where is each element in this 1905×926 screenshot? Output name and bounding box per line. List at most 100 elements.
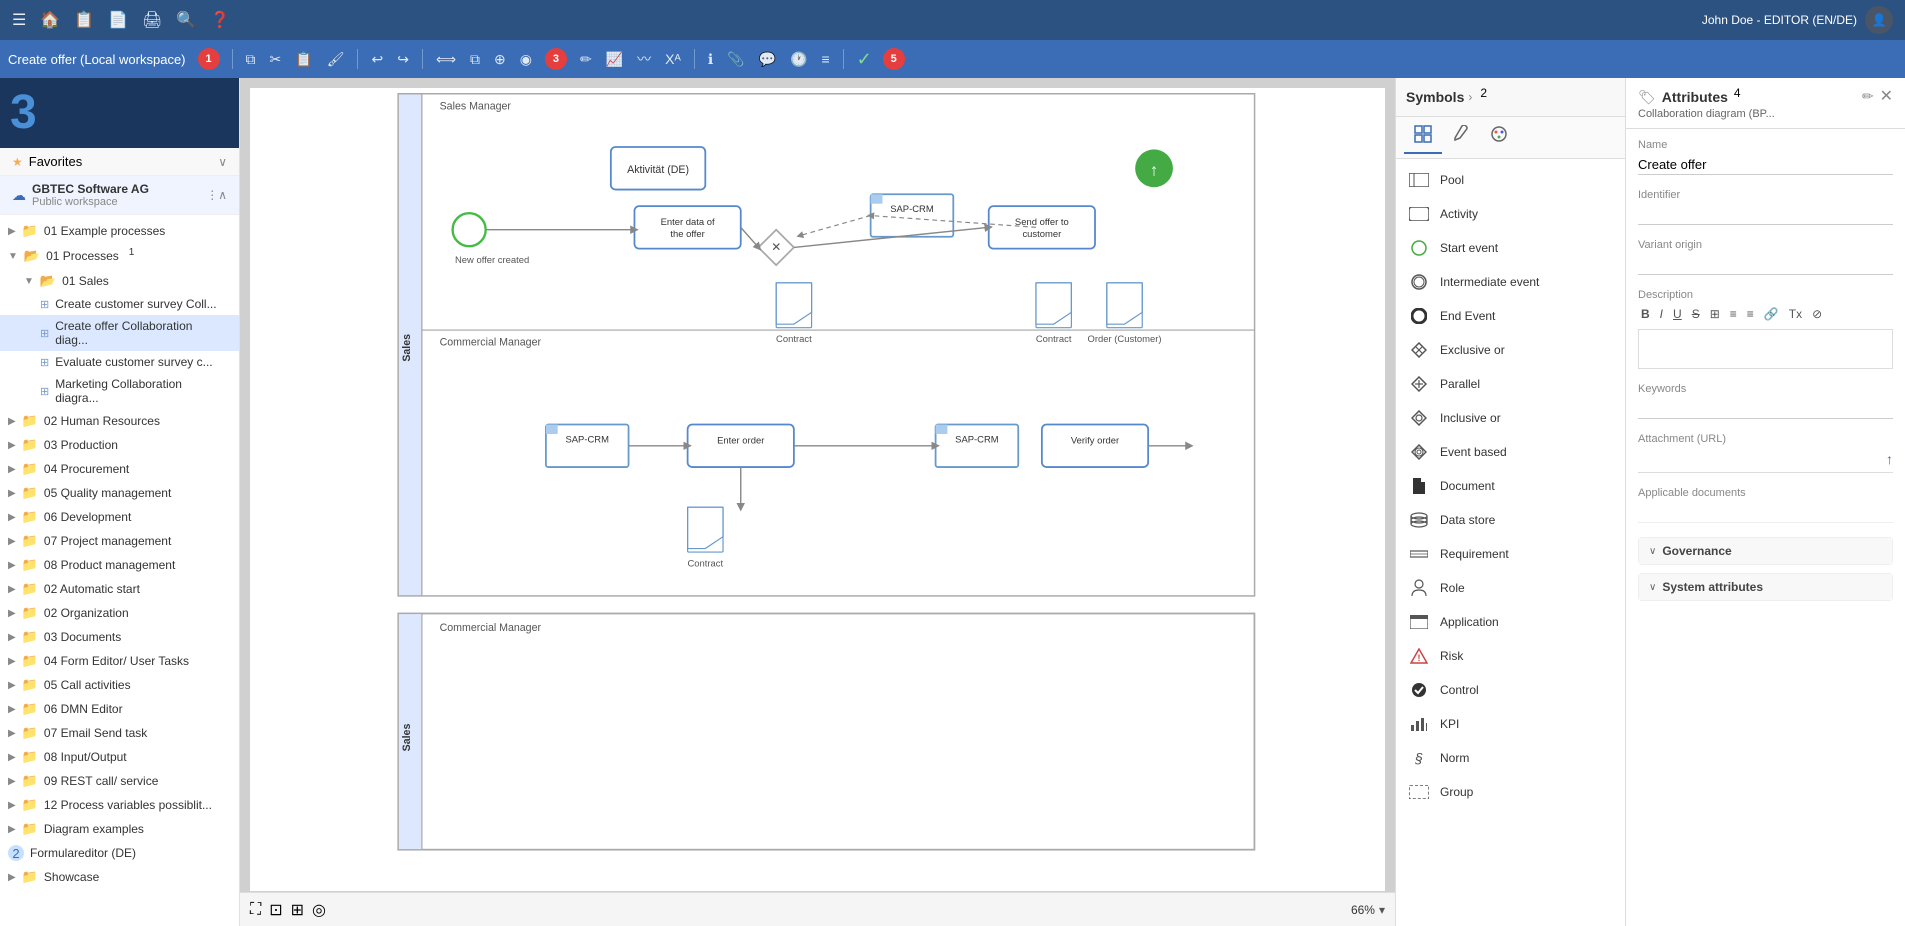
attr-variant-input[interactable]: [1638, 255, 1893, 275]
sidebar-item-processes[interactable]: ▼ 📂 01 Processes 1: [0, 243, 239, 269]
print-icon[interactable]: 🖨: [142, 10, 162, 30]
checkmark-icon[interactable]: ✓: [852, 46, 877, 73]
list-icon[interactable]: ≡: [816, 48, 834, 70]
symbol-item-group[interactable]: Group: [1396, 775, 1625, 809]
cut-icon[interactable]: ✂: [265, 48, 287, 71]
symbol-item-start-event[interactable]: Start event: [1396, 231, 1625, 265]
sidebar-item-form-editor[interactable]: ▶ 📁 04 Form Editor/ User Tasks: [0, 649, 239, 673]
workspace-row[interactable]: ☁ GBTEC Software AG Public workspace ⋮ ∧: [0, 176, 239, 215]
copy-icon[interactable]: ⧉: [241, 48, 261, 71]
symbol-item-role[interactable]: Role: [1396, 571, 1625, 605]
workspace-menu-icon[interactable]: ⋮: [206, 188, 218, 202]
edit-icon[interactable]: ✏: [1862, 88, 1874, 105]
bold-icon[interactable]: B: [1638, 305, 1653, 323]
sidebar-item-auto-start[interactable]: ▶ 📁 02 Automatic start: [0, 577, 239, 601]
attr-name-input[interactable]: [1638, 155, 1893, 175]
redo-icon[interactable]: ↪: [392, 48, 414, 71]
symbol-item-application[interactable]: Application: [1396, 605, 1625, 639]
sidebar-item-quality[interactable]: ▶ 📁 05 Quality management: [0, 481, 239, 505]
canvas-inner[interactable]: Sales Manager Sales Sales Manager Commer…: [250, 88, 1385, 891]
symbol-item-event-based[interactable]: Event based: [1396, 435, 1625, 469]
attach-icon[interactable]: 📎: [722, 48, 749, 71]
sidebar-item-call-activities[interactable]: ▶ 📁 05 Call activities: [0, 673, 239, 697]
symbol-item-activity[interactable]: Activity: [1396, 197, 1625, 231]
align-icon[interactable]: ⊕: [489, 48, 511, 71]
sidebar-item-procurement[interactable]: ▶ 📁 04 Procurement: [0, 457, 239, 481]
sidebar-item-documents[interactable]: ▶ 📁 03 Documents: [0, 625, 239, 649]
target-icon[interactable]: ◎: [312, 900, 326, 920]
italic-icon[interactable]: I: [1657, 305, 1666, 323]
symbol-item-data-store[interactable]: Data store: [1396, 503, 1625, 537]
close-attributes-button[interactable]: ✕: [1880, 86, 1893, 106]
workspace-collapse-icon[interactable]: ∧: [218, 188, 227, 202]
pen-icon[interactable]: ✏: [575, 48, 597, 71]
system-attributes-section-header[interactable]: ∨ System attributes: [1639, 574, 1892, 600]
text-style-icon[interactable]: Tx: [1786, 305, 1805, 323]
favorites-row[interactable]: ★ Favorites ∨: [0, 148, 239, 176]
user-avatar[interactable]: 👤: [1865, 6, 1893, 34]
link-text-icon[interactable]: 🔗: [1761, 305, 1782, 323]
help-icon[interactable]: ❓: [210, 10, 230, 30]
undo-icon[interactable]: ↩: [366, 48, 388, 71]
symbol-item-control[interactable]: Control: [1396, 673, 1625, 707]
description-content-area[interactable]: [1638, 329, 1893, 369]
list-unordered-icon[interactable]: ≡: [1744, 305, 1757, 323]
sidebar-item-rest[interactable]: ▶ 📁 09 REST call/ service: [0, 769, 239, 793]
sidebar-item-create-customer[interactable]: ⊞ Create customer survey Coll...: [0, 293, 239, 315]
symbols-tab-palette[interactable]: [1480, 121, 1518, 154]
chat-icon[interactable]: 💬: [754, 48, 781, 71]
clock-icon[interactable]: 🕐: [785, 48, 812, 71]
upload-icon[interactable]: ↑: [1886, 451, 1893, 467]
sidebar-item-dmn[interactable]: ▶ 📁 06 DMN Editor: [0, 697, 239, 721]
layer-icon[interactable]: ⧉: [465, 48, 485, 71]
fullscreen-icon[interactable]: ⛶: [250, 901, 261, 919]
symbol-item-document[interactable]: Document: [1396, 469, 1625, 503]
attr-identifier-input[interactable]: [1638, 205, 1893, 225]
search-icon[interactable]: 🔍: [176, 10, 196, 30]
sidebar-item-diagram-examples[interactable]: ▶ 📁 Diagram examples: [0, 817, 239, 841]
sidebar-item-production[interactable]: ▶ 📁 03 Production: [0, 433, 239, 457]
symbol-item-pool[interactable]: Pool: [1396, 163, 1625, 197]
document-icon[interactable]: 📄: [108, 10, 128, 30]
link-icon[interactable]: ⟺: [431, 48, 461, 71]
symbol-item-risk[interactable]: ! Risk: [1396, 639, 1625, 673]
wave-icon[interactable]: 〰: [632, 46, 656, 72]
sidebar-item-input-output[interactable]: ▶ 📁 08 Input/Output: [0, 745, 239, 769]
sidebar-item-create-offer[interactable]: ⊞ Create offer Collaboration diag...: [0, 315, 239, 351]
zoom-dropdown-icon[interactable]: ▾: [1379, 903, 1385, 917]
home-icon[interactable]: 🏠: [40, 10, 60, 30]
sidebar-item-product[interactable]: ▶ 📁 08 Product management: [0, 553, 239, 577]
clear-format-icon[interactable]: ⊘: [1809, 305, 1825, 323]
sidebar-item-showcase[interactable]: ▶ 📁 Showcase: [0, 865, 239, 889]
sidebar-item-organization[interactable]: ▶ 📁 02 Organization: [0, 601, 239, 625]
sidebar-item-email[interactable]: ▶ 📁 07 Email Send task: [0, 721, 239, 745]
checklist-icon[interactable]: 📋: [74, 10, 94, 30]
attr-attachment-input[interactable]: [1638, 449, 1882, 468]
underline-icon[interactable]: U: [1670, 305, 1685, 323]
sidebar-item-project[interactable]: ▶ 📁 07 Project management: [0, 529, 239, 553]
symbol-item-exclusive-or[interactable]: Exclusive or: [1396, 333, 1625, 367]
attr-keywords-input[interactable]: [1638, 399, 1893, 419]
table-icon[interactable]: ⊞: [1707, 305, 1723, 323]
sidebar-item-human-resources[interactable]: ▶ 📁 02 Human Resources: [0, 409, 239, 433]
strikethrough-icon[interactable]: S: [1689, 305, 1703, 323]
line-chart-icon[interactable]: 📈: [601, 48, 628, 71]
symbols-tab-grid[interactable]: [1404, 121, 1442, 154]
sidebar-item-example-processes[interactable]: ▶ 📁 01 Example processes: [0, 219, 239, 243]
sidebar-item-marketing[interactable]: ⊞ Marketing Collaboration diagra...: [0, 373, 239, 409]
paste-icon[interactable]: 📋: [290, 48, 317, 71]
symbol-item-norm[interactable]: § Norm: [1396, 741, 1625, 775]
format-painter-icon[interactable]: 🖌: [322, 48, 350, 71]
symbol-item-parallel[interactable]: Parallel: [1396, 367, 1625, 401]
sidebar-item-development[interactable]: ▶ 📁 06 Development: [0, 505, 239, 529]
symbol-item-end-event[interactable]: End Event: [1396, 299, 1625, 333]
info-icon[interactable]: ℹ: [703, 48, 718, 71]
symbol-item-intermediate-event[interactable]: Intermediate event: [1396, 265, 1625, 299]
sidebar-item-sales[interactable]: ▼ 📂 01 Sales: [0, 269, 239, 293]
symbol-item-inclusive-or[interactable]: Inclusive or: [1396, 401, 1625, 435]
circle-icon[interactable]: ◉: [515, 48, 537, 71]
governance-section-header[interactable]: ∨ Governance: [1639, 538, 1892, 564]
canvas-area[interactable]: Sales Manager Sales Sales Manager Commer…: [240, 78, 1395, 926]
symbol-item-kpi[interactable]: KPI: [1396, 707, 1625, 741]
fit-page-icon[interactable]: ⊞: [291, 900, 304, 920]
